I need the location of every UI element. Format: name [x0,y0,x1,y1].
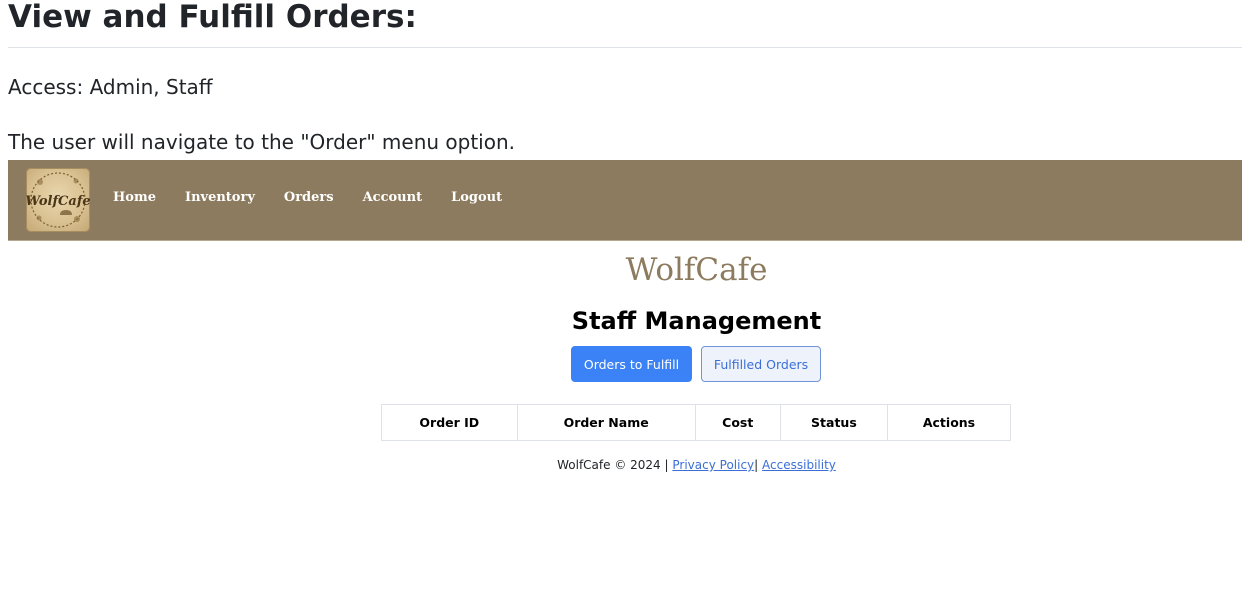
section-title: Staff Management [571,307,822,335]
logo-text: WolfCafe [26,194,90,209]
orders-table: Order ID Order Name Cost Status Actions [381,404,1012,441]
logo-emblem-icon: WolfCafe [26,172,90,228]
navbar: WolfCafe Home Inventory Orders Account L… [8,160,1242,241]
nav-item-logout[interactable]: Logout [451,190,502,205]
instruction-text: The user will navigate to the "Order" me… [8,130,516,154]
nav-item-account[interactable]: Account [363,190,423,205]
column-header-cost: Cost [694,404,781,441]
app-screenshot: WolfCafe Home Inventory Orders Account L… [8,160,1242,592]
nav-item-inventory[interactable]: Inventory [185,190,255,205]
footer-separator: | [754,458,759,472]
column-header-order-id: Order ID [381,404,518,441]
footer-copyright: WolfCafe © 2024 | [557,458,669,472]
access-text: Access: Admin, Staff [8,75,213,99]
nav-item-orders[interactable]: Orders [284,190,334,205]
nav-links: Home Inventory Orders Account Logout [113,190,531,205]
footer: WolfCafe © 2024 | Privacy Policy| Access… [8,458,1243,472]
column-header-actions: Actions [886,404,1012,441]
column-header-order-name: Order Name [516,404,696,441]
privacy-policy-link[interactable]: Privacy Policy [672,458,754,472]
orders-to-fulfill-button[interactable]: Orders to Fulfill [571,346,692,382]
brand-title: WolfCafe [625,252,768,288]
accessibility-link[interactable]: Accessibility [762,458,836,472]
column-header-status: Status [779,404,888,441]
table-header-row: Order ID Order Name Cost Status Actions [381,404,1012,441]
nav-item-home[interactable]: Home [113,190,156,205]
document-title: View and Fulfill Orders: [8,0,417,35]
page: View and Fulfill Orders: Access: Admin, … [0,0,1243,592]
fulfilled-orders-button[interactable]: Fulfilled Orders [701,346,821,382]
wolfcafe-logo[interactable]: WolfCafe [26,168,90,232]
title-divider [8,47,1242,48]
